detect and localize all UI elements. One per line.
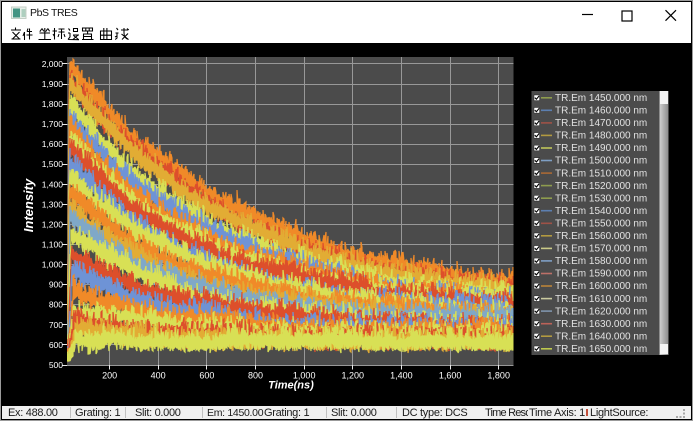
svg-text:200: 200 <box>102 371 117 381</box>
svg-text:Time(ns): Time(ns) <box>268 379 314 391</box>
svg-text:1,800: 1,800 <box>42 99 64 109</box>
svg-text:1,300: 1,300 <box>42 199 64 209</box>
svg-text:1,600: 1,600 <box>439 371 462 381</box>
svg-text:1,100: 1,100 <box>42 240 64 250</box>
svg-text:700: 700 <box>49 320 63 330</box>
svg-text:TR.Em 1590.000 nm: TR.Em 1590.000 nm <box>555 269 647 280</box>
svg-text:TR.Em 1620.000 nm: TR.Em 1620.000 nm <box>555 306 647 317</box>
svg-text:2,000: 2,000 <box>42 59 64 69</box>
svg-text:TR.Em 1560.000 nm: TR.Em 1560.000 nm <box>555 231 647 242</box>
svg-text:TR.Em 1470.000 nm: TR.Em 1470.000 nm <box>555 118 647 129</box>
svg-text:400: 400 <box>151 371 166 381</box>
svg-text:TR.Em 1640.000 nm: TR.Em 1640.000 nm <box>555 331 647 342</box>
svg-text:1,800: 1,800 <box>487 371 510 381</box>
svg-text:Intensity: Intensity <box>21 178 36 232</box>
svg-text:1,000: 1,000 <box>42 260 64 270</box>
svg-text:1,500: 1,500 <box>42 159 64 169</box>
svg-text:TR.Em 1520.000 nm: TR.Em 1520.000 nm <box>555 181 647 192</box>
svg-text:800: 800 <box>49 300 63 310</box>
svg-text:TR.Em 1530.000 nm: TR.Em 1530.000 nm <box>555 193 647 204</box>
svg-text:TR.Em 1490.000 nm: TR.Em 1490.000 nm <box>555 143 647 154</box>
svg-text:TR.Em 1510.000 nm: TR.Em 1510.000 nm <box>555 168 647 179</box>
svg-text:TR.Em 1570.000 nm: TR.Em 1570.000 nm <box>555 244 647 255</box>
svg-text:500: 500 <box>49 360 63 370</box>
svg-text:TR.Em 1610.000 nm: TR.Em 1610.000 nm <box>555 294 647 305</box>
svg-text:1,900: 1,900 <box>42 79 64 89</box>
svg-text:TR.Em 1600.000 nm: TR.Em 1600.000 nm <box>555 281 647 292</box>
svg-text:1,200: 1,200 <box>342 371 365 381</box>
svg-text:1,600: 1,600 <box>42 139 64 149</box>
svg-text:TR.Em 1630.000 nm: TR.Em 1630.000 nm <box>555 319 647 330</box>
svg-text:1,400: 1,400 <box>42 179 64 189</box>
svg-text:TR.Em 1500.000 nm: TR.Em 1500.000 nm <box>555 156 647 167</box>
svg-text:900: 900 <box>49 280 63 290</box>
svg-text:1,400: 1,400 <box>390 371 413 381</box>
svg-text:600: 600 <box>199 371 214 381</box>
svg-text:1,700: 1,700 <box>42 119 64 129</box>
svg-text:TR.Em 1580.000 nm: TR.Em 1580.000 nm <box>555 256 647 267</box>
svg-text:TR.Em 1550.000 nm: TR.Em 1550.000 nm <box>555 219 647 230</box>
svg-text:600: 600 <box>49 340 63 350</box>
svg-text:TR.Em 1650.000 nm: TR.Em 1650.000 nm <box>555 344 647 355</box>
svg-text:TR.Em 1460.000 nm: TR.Em 1460.000 nm <box>555 106 647 117</box>
svg-text:TR.Em 1540.000 nm: TR.Em 1540.000 nm <box>555 206 647 217</box>
svg-text:800: 800 <box>248 371 263 381</box>
svg-text:TR.Em 1450.000 nm: TR.Em 1450.000 nm <box>555 93 647 104</box>
svg-text:1,200: 1,200 <box>42 219 64 229</box>
svg-text:TR.Em 1480.000 nm: TR.Em 1480.000 nm <box>555 131 647 142</box>
